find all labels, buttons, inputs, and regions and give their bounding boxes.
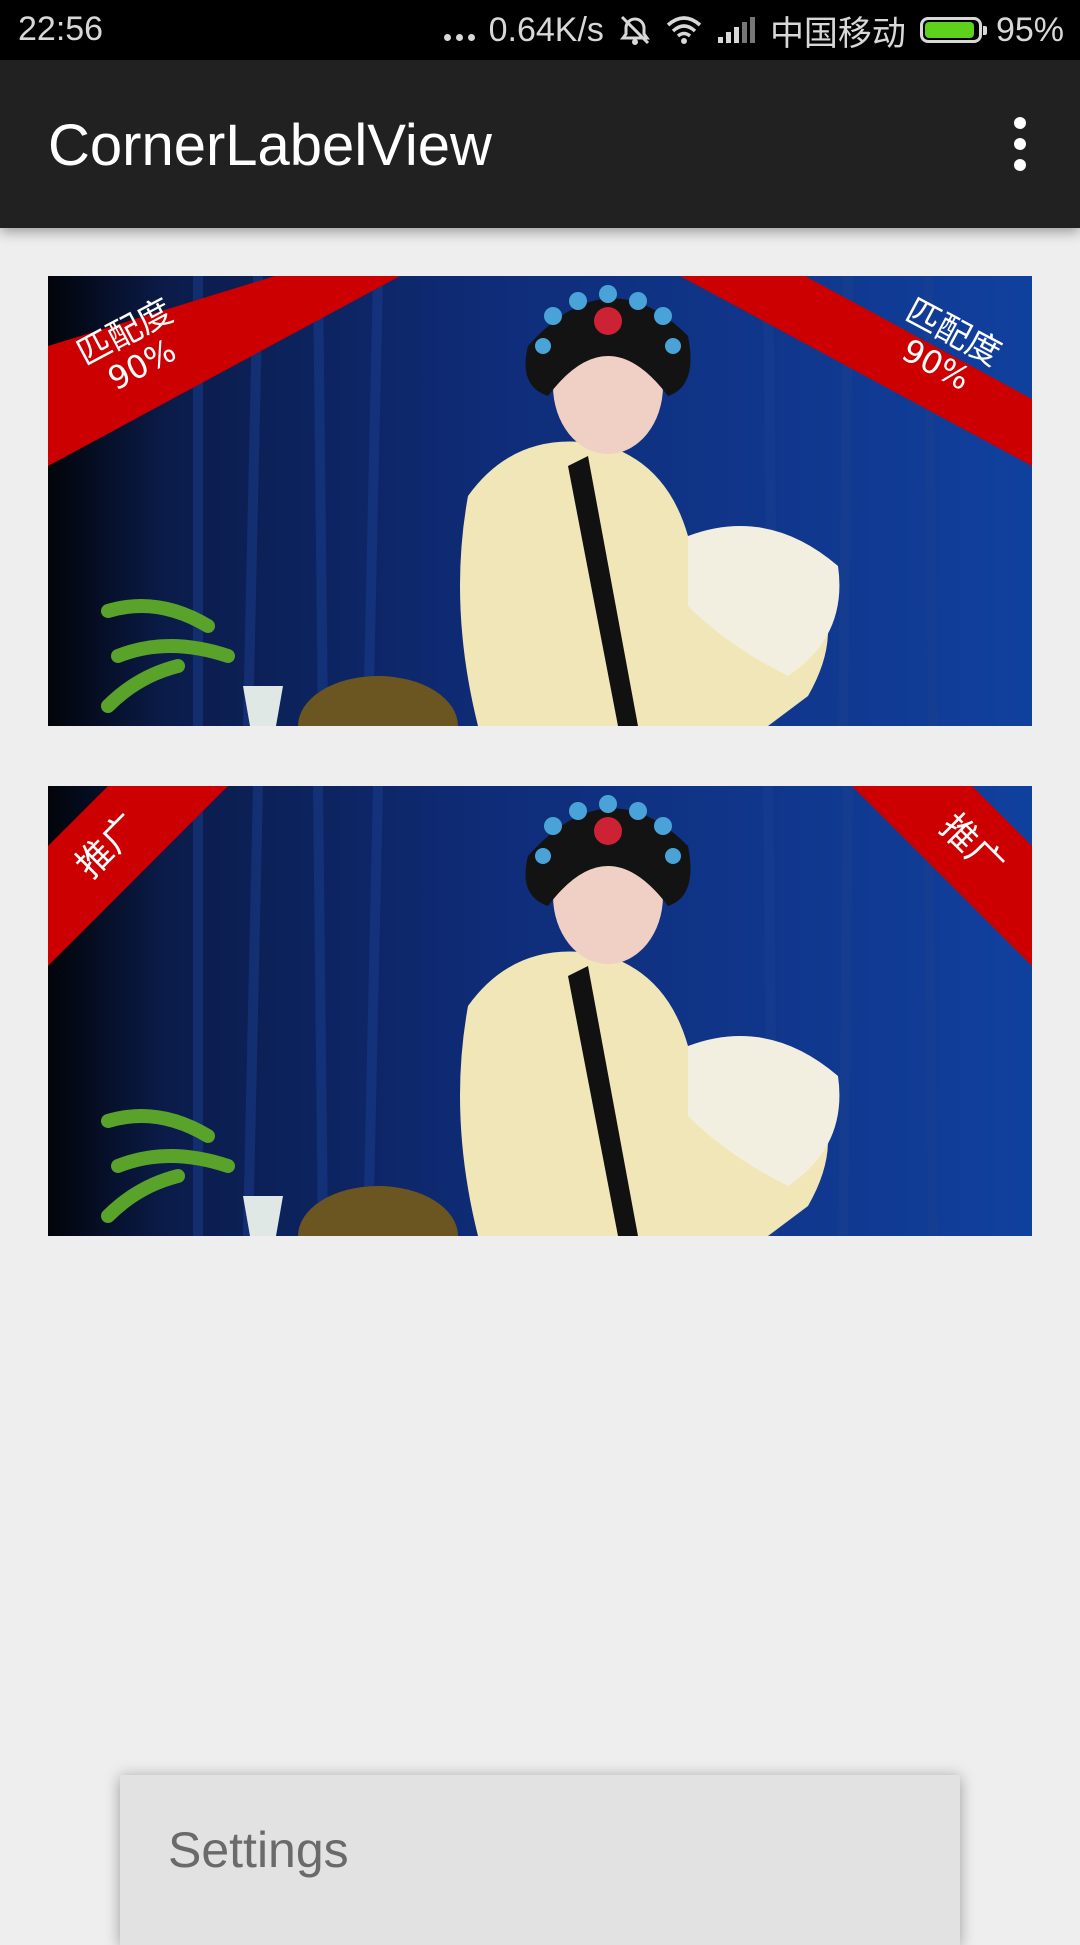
corner-label-layer: 匹配度 90% 匹配度 90% bbox=[48, 276, 1032, 466]
image-card[interactable]: 推广 推广 bbox=[48, 786, 1032, 1236]
status-indicators: 0.64K/s 中国移动 95% bbox=[443, 8, 1064, 53]
signal-icon bbox=[717, 17, 755, 43]
menu-item-settings[interactable]: Settings bbox=[168, 1821, 349, 1879]
corner-band-left bbox=[48, 786, 228, 966]
status-time: 22:56 bbox=[18, 10, 104, 48]
corner-band-left bbox=[48, 276, 400, 466]
status-bar: 22:56 0.64K/s 中国移动 95% bbox=[0, 0, 1080, 60]
app-bar: CornerLabelView bbox=[0, 60, 1080, 228]
battery-percent: 95% bbox=[995, 10, 1064, 49]
corner-band-right bbox=[852, 786, 1032, 966]
carrier-name: 中国移动 bbox=[769, 14, 906, 53]
wifi-icon bbox=[666, 16, 702, 44]
image-card[interactable]: 匹配度 90% 匹配度 90% bbox=[48, 276, 1032, 726]
battery-icon bbox=[919, 17, 987, 43]
battery-fill bbox=[924, 22, 975, 38]
corner-label-layer: 推广 推广 bbox=[48, 786, 1032, 966]
more-dots-icon bbox=[443, 20, 475, 41]
network-speed: 0.64K/s bbox=[488, 10, 604, 49]
app-title: CornerLabelView bbox=[48, 113, 492, 178]
alarm-off-icon bbox=[619, 15, 650, 45]
corner-band-right bbox=[680, 276, 1032, 466]
more-vert-icon[interactable] bbox=[990, 108, 1050, 180]
